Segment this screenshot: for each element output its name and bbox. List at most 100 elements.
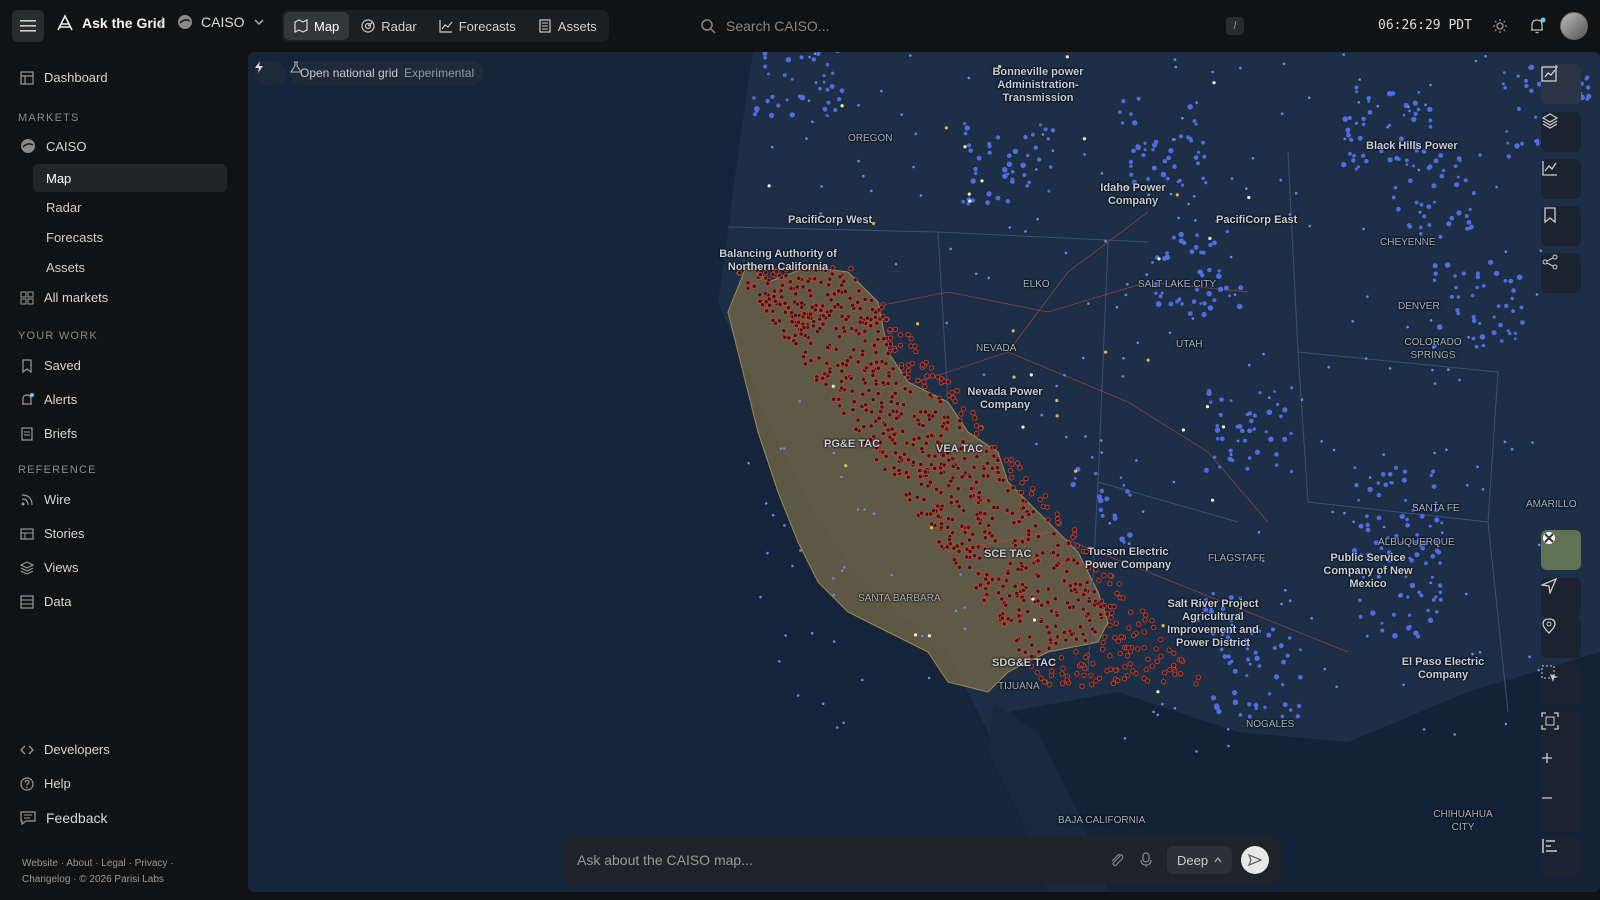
plant-marker[interactable]	[862, 328, 868, 334]
plant-marker[interactable]	[766, 551, 769, 555]
plant-marker[interactable]	[801, 310, 807, 317]
plant-marker[interactable]	[1238, 285, 1244, 291]
plant-marker[interactable]	[1108, 521, 1112, 525]
plant-marker[interactable]	[1469, 224, 1474, 229]
plant-marker[interactable]	[1428, 524, 1432, 528]
plant-marker[interactable]	[946, 457, 952, 463]
plant-marker[interactable]	[901, 371, 908, 377]
plant-marker[interactable]	[955, 465, 961, 471]
plant-marker[interactable]	[826, 312, 833, 319]
plant-marker[interactable]	[1160, 291, 1164, 295]
plant-marker[interactable]	[1366, 634, 1369, 638]
plant-marker[interactable]	[948, 478, 954, 484]
plant-marker[interactable]	[1283, 438, 1287, 442]
plant-marker[interactable]	[1047, 637, 1054, 643]
plant-marker[interactable]	[835, 288, 842, 294]
plant-marker[interactable]	[1071, 527, 1078, 533]
plant-marker[interactable]	[799, 300, 805, 306]
plant-marker[interactable]	[1086, 598, 1092, 604]
plant-marker[interactable]	[835, 362, 841, 369]
plant-marker[interactable]	[1104, 350, 1108, 354]
plant-marker[interactable]	[1508, 331, 1512, 336]
plant-marker[interactable]	[976, 155, 982, 161]
plant-marker[interactable]	[839, 313, 845, 319]
plant-marker[interactable]	[1141, 629, 1147, 635]
plant-marker[interactable]	[915, 417, 921, 423]
plant-marker[interactable]	[1510, 296, 1514, 301]
plant-marker[interactable]	[1230, 177, 1234, 180]
plant-marker[interactable]	[1054, 562, 1060, 569]
plant-marker[interactable]	[1200, 273, 1205, 278]
plant-marker[interactable]	[1393, 185, 1398, 190]
plant-marker[interactable]	[987, 276, 991, 280]
plant-marker[interactable]	[1474, 59, 1478, 63]
plant-marker[interactable]	[807, 287, 813, 294]
plant-marker[interactable]	[1361, 122, 1366, 127]
plant-marker[interactable]	[1240, 428, 1245, 434]
plant-marker[interactable]	[1156, 690, 1160, 694]
plant-marker[interactable]	[841, 410, 847, 416]
plant-marker[interactable]	[828, 308, 834, 314]
plant-marker[interactable]	[910, 459, 917, 465]
plant-marker[interactable]	[1355, 90, 1359, 94]
plant-marker[interactable]	[839, 88, 845, 94]
plant-marker[interactable]	[935, 503, 941, 509]
plant-marker[interactable]	[952, 398, 958, 404]
plant-marker[interactable]	[836, 334, 843, 340]
plant-marker[interactable]	[832, 593, 835, 597]
plant-marker[interactable]	[1341, 161, 1347, 168]
plant-marker[interactable]	[1168, 331, 1172, 335]
plant-marker[interactable]	[1161, 702, 1164, 706]
plant-marker[interactable]	[970, 544, 976, 551]
sidebar-item-map[interactable]: Map	[33, 164, 227, 192]
plant-marker[interactable]	[963, 145, 967, 149]
plant-marker[interactable]	[1025, 184, 1029, 188]
plant-marker[interactable]	[857, 319, 863, 325]
plant-marker[interactable]	[1096, 577, 1102, 584]
plant-marker[interactable]	[1503, 86, 1507, 90]
plant-marker[interactable]	[1281, 683, 1285, 687]
plant-marker[interactable]	[802, 349, 809, 355]
plant-marker[interactable]	[825, 344, 831, 350]
send-button[interactable]	[1241, 846, 1269, 874]
plant-marker[interactable]	[1107, 573, 1114, 579]
plant-marker[interactable]	[1376, 515, 1382, 521]
plant-marker[interactable]	[1247, 456, 1252, 460]
plant-marker[interactable]	[1453, 733, 1456, 736]
plant-marker[interactable]	[1172, 164, 1177, 169]
plant-marker[interactable]	[1216, 437, 1220, 441]
plant-marker[interactable]	[1111, 604, 1117, 610]
plant-marker[interactable]	[1227, 744, 1230, 748]
plant-marker[interactable]	[764, 280, 771, 287]
plant-marker[interactable]	[778, 660, 781, 663]
plant-marker[interactable]	[837, 97, 842, 102]
plant-marker[interactable]	[838, 378, 845, 385]
plant-marker[interactable]	[1227, 661, 1232, 666]
plant-marker[interactable]	[1166, 176, 1170, 181]
plant-marker[interactable]	[755, 109, 759, 113]
plant-marker[interactable]	[891, 465, 897, 471]
plant-marker[interactable]	[1048, 672, 1055, 679]
plant-marker[interactable]	[1511, 309, 1515, 313]
plant-marker[interactable]	[888, 335, 894, 341]
plant-marker[interactable]	[954, 498, 960, 505]
plant-marker[interactable]	[1070, 481, 1076, 488]
plant-marker[interactable]	[1524, 83, 1529, 89]
plant-marker[interactable]	[1342, 53, 1345, 56]
plant-marker[interactable]	[1181, 183, 1185, 187]
plant-marker[interactable]	[1475, 285, 1479, 290]
plant-marker[interactable]	[767, 184, 771, 188]
plant-marker[interactable]	[1020, 505, 1027, 511]
plant-marker[interactable]	[1124, 293, 1128, 297]
share-button[interactable]	[1541, 253, 1581, 293]
plant-marker[interactable]	[766, 302, 773, 308]
plant-marker[interactable]	[778, 294, 785, 300]
plant-marker[interactable]	[1051, 149, 1055, 152]
plant-marker[interactable]	[1361, 116, 1366, 122]
plant-marker[interactable]	[1226, 728, 1230, 731]
plant-marker[interactable]	[1214, 427, 1221, 433]
plant-marker[interactable]	[1017, 618, 1023, 624]
plant-marker[interactable]	[1407, 178, 1413, 184]
plant-marker[interactable]	[954, 388, 960, 394]
plant-marker[interactable]	[1112, 513, 1117, 518]
